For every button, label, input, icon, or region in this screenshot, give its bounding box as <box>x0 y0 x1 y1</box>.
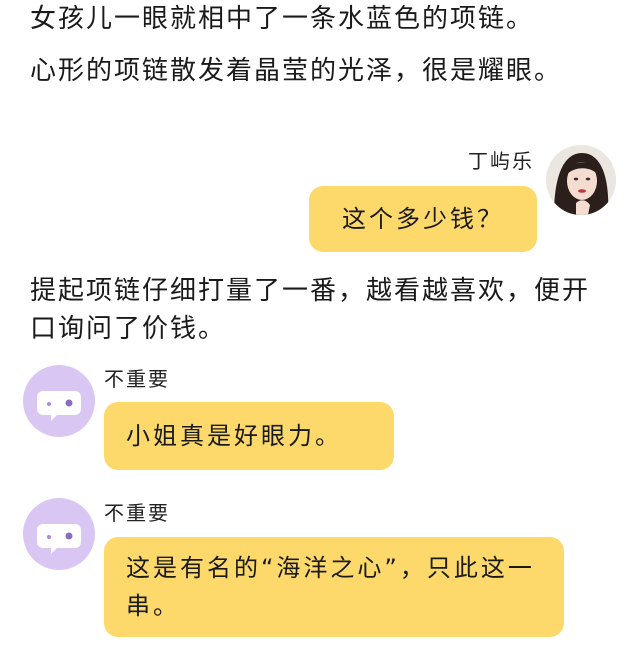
message-bubble: 小姐真是好眼力。 <box>104 402 394 470</box>
chat-bubble-icon[interactable] <box>23 498 95 570</box>
message-bubble: 这是有名的“海洋之心”，只此这一串。 <box>104 537 564 637</box>
portrait-avatar[interactable] <box>546 145 616 215</box>
chat-avatar-icon <box>37 391 81 421</box>
message-bubble: 这个多少钱？ <box>309 186 537 252</box>
portrait-icon <box>546 145 616 215</box>
sender-name: 不重要 <box>104 501 170 525</box>
narration-line-2: 心形的项链散发着晶莹的光泽，很是耀眼。 <box>30 56 563 86</box>
chat-bubble-icon[interactable] <box>23 365 95 437</box>
sender-name: 丁屿乐 <box>468 149 534 173</box>
chat-avatar-icon <box>37 524 81 554</box>
narration-line-1: 女孩儿一眼就相中了一条水蓝色的项链。 <box>30 4 535 34</box>
sender-name: 不重要 <box>104 367 170 391</box>
narration-line-3: 提起项链仔细打量了一番，越看越喜欢，便开口询问了价钱。 <box>30 276 591 344</box>
